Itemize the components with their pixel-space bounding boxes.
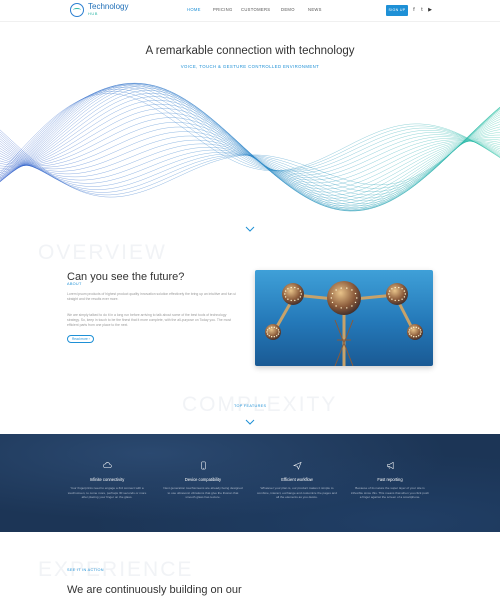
about-title: Can you see the future?: [67, 271, 185, 283]
hero-title: A remarkable connection with technology: [145, 45, 355, 57]
feature-title: Efficient workflow: [281, 477, 313, 482]
signup-button[interactable]: SIGN UP: [386, 5, 408, 16]
send-icon: [292, 461, 302, 470]
megaphone-icon: [386, 461, 393, 470]
nav-home[interactable]: HOME: [187, 7, 213, 12]
twitter-icon[interactable]: t: [420, 7, 424, 13]
nav-customers[interactable]: CUSTOMERS: [241, 7, 281, 12]
feature-text: Next generation touchscreens are already…: [163, 486, 243, 500]
nav-demo[interactable]: DEMO: [281, 7, 308, 12]
feature-text: Your fingerprints need to engage a 3rd c…: [67, 486, 147, 500]
nav-pricing[interactable]: PRICING: [213, 7, 241, 12]
feature-text: Because of its nature the super layer of…: [350, 486, 429, 500]
atomium-photo: [255, 270, 433, 366]
about-paragraph-2: We are simply talked to do it in a long …: [67, 313, 231, 327]
feature-item: Device compatibility Next generation tou…: [163, 461, 243, 500]
read-more-button[interactable]: Read more ›: [67, 335, 94, 343]
logo[interactable]: Technology HUB: [70, 3, 128, 17]
feature-title: Device compatibility: [184, 477, 222, 482]
feature-item: Efficient workflow Whatever your plan is…: [257, 461, 337, 500]
logo-title: Technology: [88, 2, 129, 11]
scroll-down-chevron-icon[interactable]: [245, 226, 255, 232]
hero-wave-graphic: [0, 82, 500, 212]
about-label: ABOUT: [67, 282, 82, 286]
youtube-icon[interactable]: ▶: [428, 7, 432, 13]
logo-subtitle: HUB: [88, 11, 98, 16]
features-label: TOP FEATURES: [234, 404, 267, 408]
experience-title: We are continuously building on our: [67, 584, 242, 596]
social-links: f t ▶: [412, 7, 436, 13]
nav-news[interactable]: NEWS: [308, 7, 338, 12]
facebook-icon[interactable]: f: [412, 7, 416, 13]
feature-item: Infinite connectivity Your fingerprints …: [67, 461, 147, 500]
feature-text: Whatever your plan is, our product makes…: [257, 486, 337, 500]
features-chevron-icon[interactable]: [245, 419, 255, 425]
overview-background-word: OVERVIEW: [38, 241, 167, 264]
feature-title: Infinite connectivity: [89, 477, 125, 482]
experience-background-word: EXPERIENCE: [38, 558, 194, 581]
hero-subtitle: VOICE, TOUCH & GESTURE CONTROLLED ENVIRO…: [180, 64, 320, 69]
see-it-in-action-label: SEE IT IN ACTION: [67, 568, 104, 572]
navbar: Technology HUB HOME PRICING CUSTOMERS DE…: [0, 0, 500, 22]
logo-icon: [70, 3, 84, 17]
phone-icon: [200, 461, 206, 470]
feature-item: Fast reporting Because of its nature the…: [350, 461, 430, 500]
main-menu: HOME PRICING CUSTOMERS DEMO NEWS: [187, 7, 338, 12]
feature-title: Fast reporting: [377, 477, 403, 482]
about-paragraph-1: Lorem ipsum products of highest product …: [67, 292, 237, 301]
cloud-icon: [102, 462, 112, 469]
